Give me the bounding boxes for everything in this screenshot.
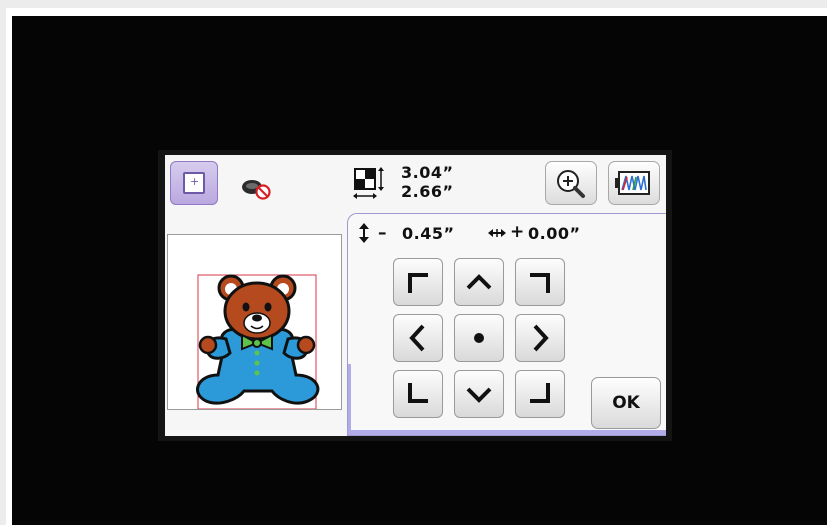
chevron-down-icon <box>466 387 492 403</box>
zoom-button[interactable] <box>545 161 597 205</box>
center-button[interactable] <box>454 314 504 362</box>
magnify-icon <box>557 170 585 198</box>
embroidery-frame-button[interactable] <box>170 161 218 205</box>
move-left-button[interactable] <box>393 314 443 362</box>
move-panel: – 0.45” + 0.00” OK <box>347 213 666 436</box>
no-thread-icon <box>242 180 271 200</box>
move-down-button[interactable] <box>454 370 504 418</box>
chevron-right-icon <box>533 324 549 352</box>
move-up-right-button[interactable] <box>515 258 565 306</box>
teddy-bear-design <box>196 274 320 410</box>
move-up-left-button[interactable] <box>393 258 443 306</box>
vertical-offset-value: 0.45” <box>402 224 455 243</box>
horizontal-arrows-icon <box>488 229 506 237</box>
chevron-left-icon <box>409 324 425 352</box>
embroidery-frame-icon <box>183 172 205 194</box>
chevron-up-icon <box>466 274 492 290</box>
design-height-value: 2.66” <box>401 182 454 201</box>
panel-accent <box>348 364 351 435</box>
move-down-left-button[interactable] <box>393 370 443 418</box>
vertical-offset-sign: – <box>378 223 387 243</box>
thread-colors-button[interactable] <box>608 161 660 205</box>
move-down-right-button[interactable] <box>515 370 565 418</box>
horizontal-offset-sign: + <box>510 222 525 242</box>
horizontal-offset-value: 0.00” <box>528 224 581 243</box>
vertical-arrows-icon <box>359 223 369 243</box>
corner-down-right-icon <box>530 383 550 403</box>
offset-readout: – 0.45” + 0.00” <box>358 222 658 244</box>
panel-bottom-bar <box>348 430 666 435</box>
corner-up-left-icon <box>408 273 428 293</box>
corner-up-right-icon <box>530 273 550 293</box>
thread-colors-icon <box>615 171 650 195</box>
design-width-value: 3.04” <box>401 163 454 182</box>
corner-down-left-icon <box>408 383 428 403</box>
ok-button[interactable]: OK <box>591 377 661 429</box>
lcd-screen: 3.04” 2.66” <box>165 155 666 436</box>
move-right-button[interactable] <box>515 314 565 362</box>
design-preview <box>167 234 342 410</box>
move-up-button[interactable] <box>454 258 504 306</box>
design-size-icon <box>353 167 384 199</box>
center-dot-icon <box>474 333 484 343</box>
